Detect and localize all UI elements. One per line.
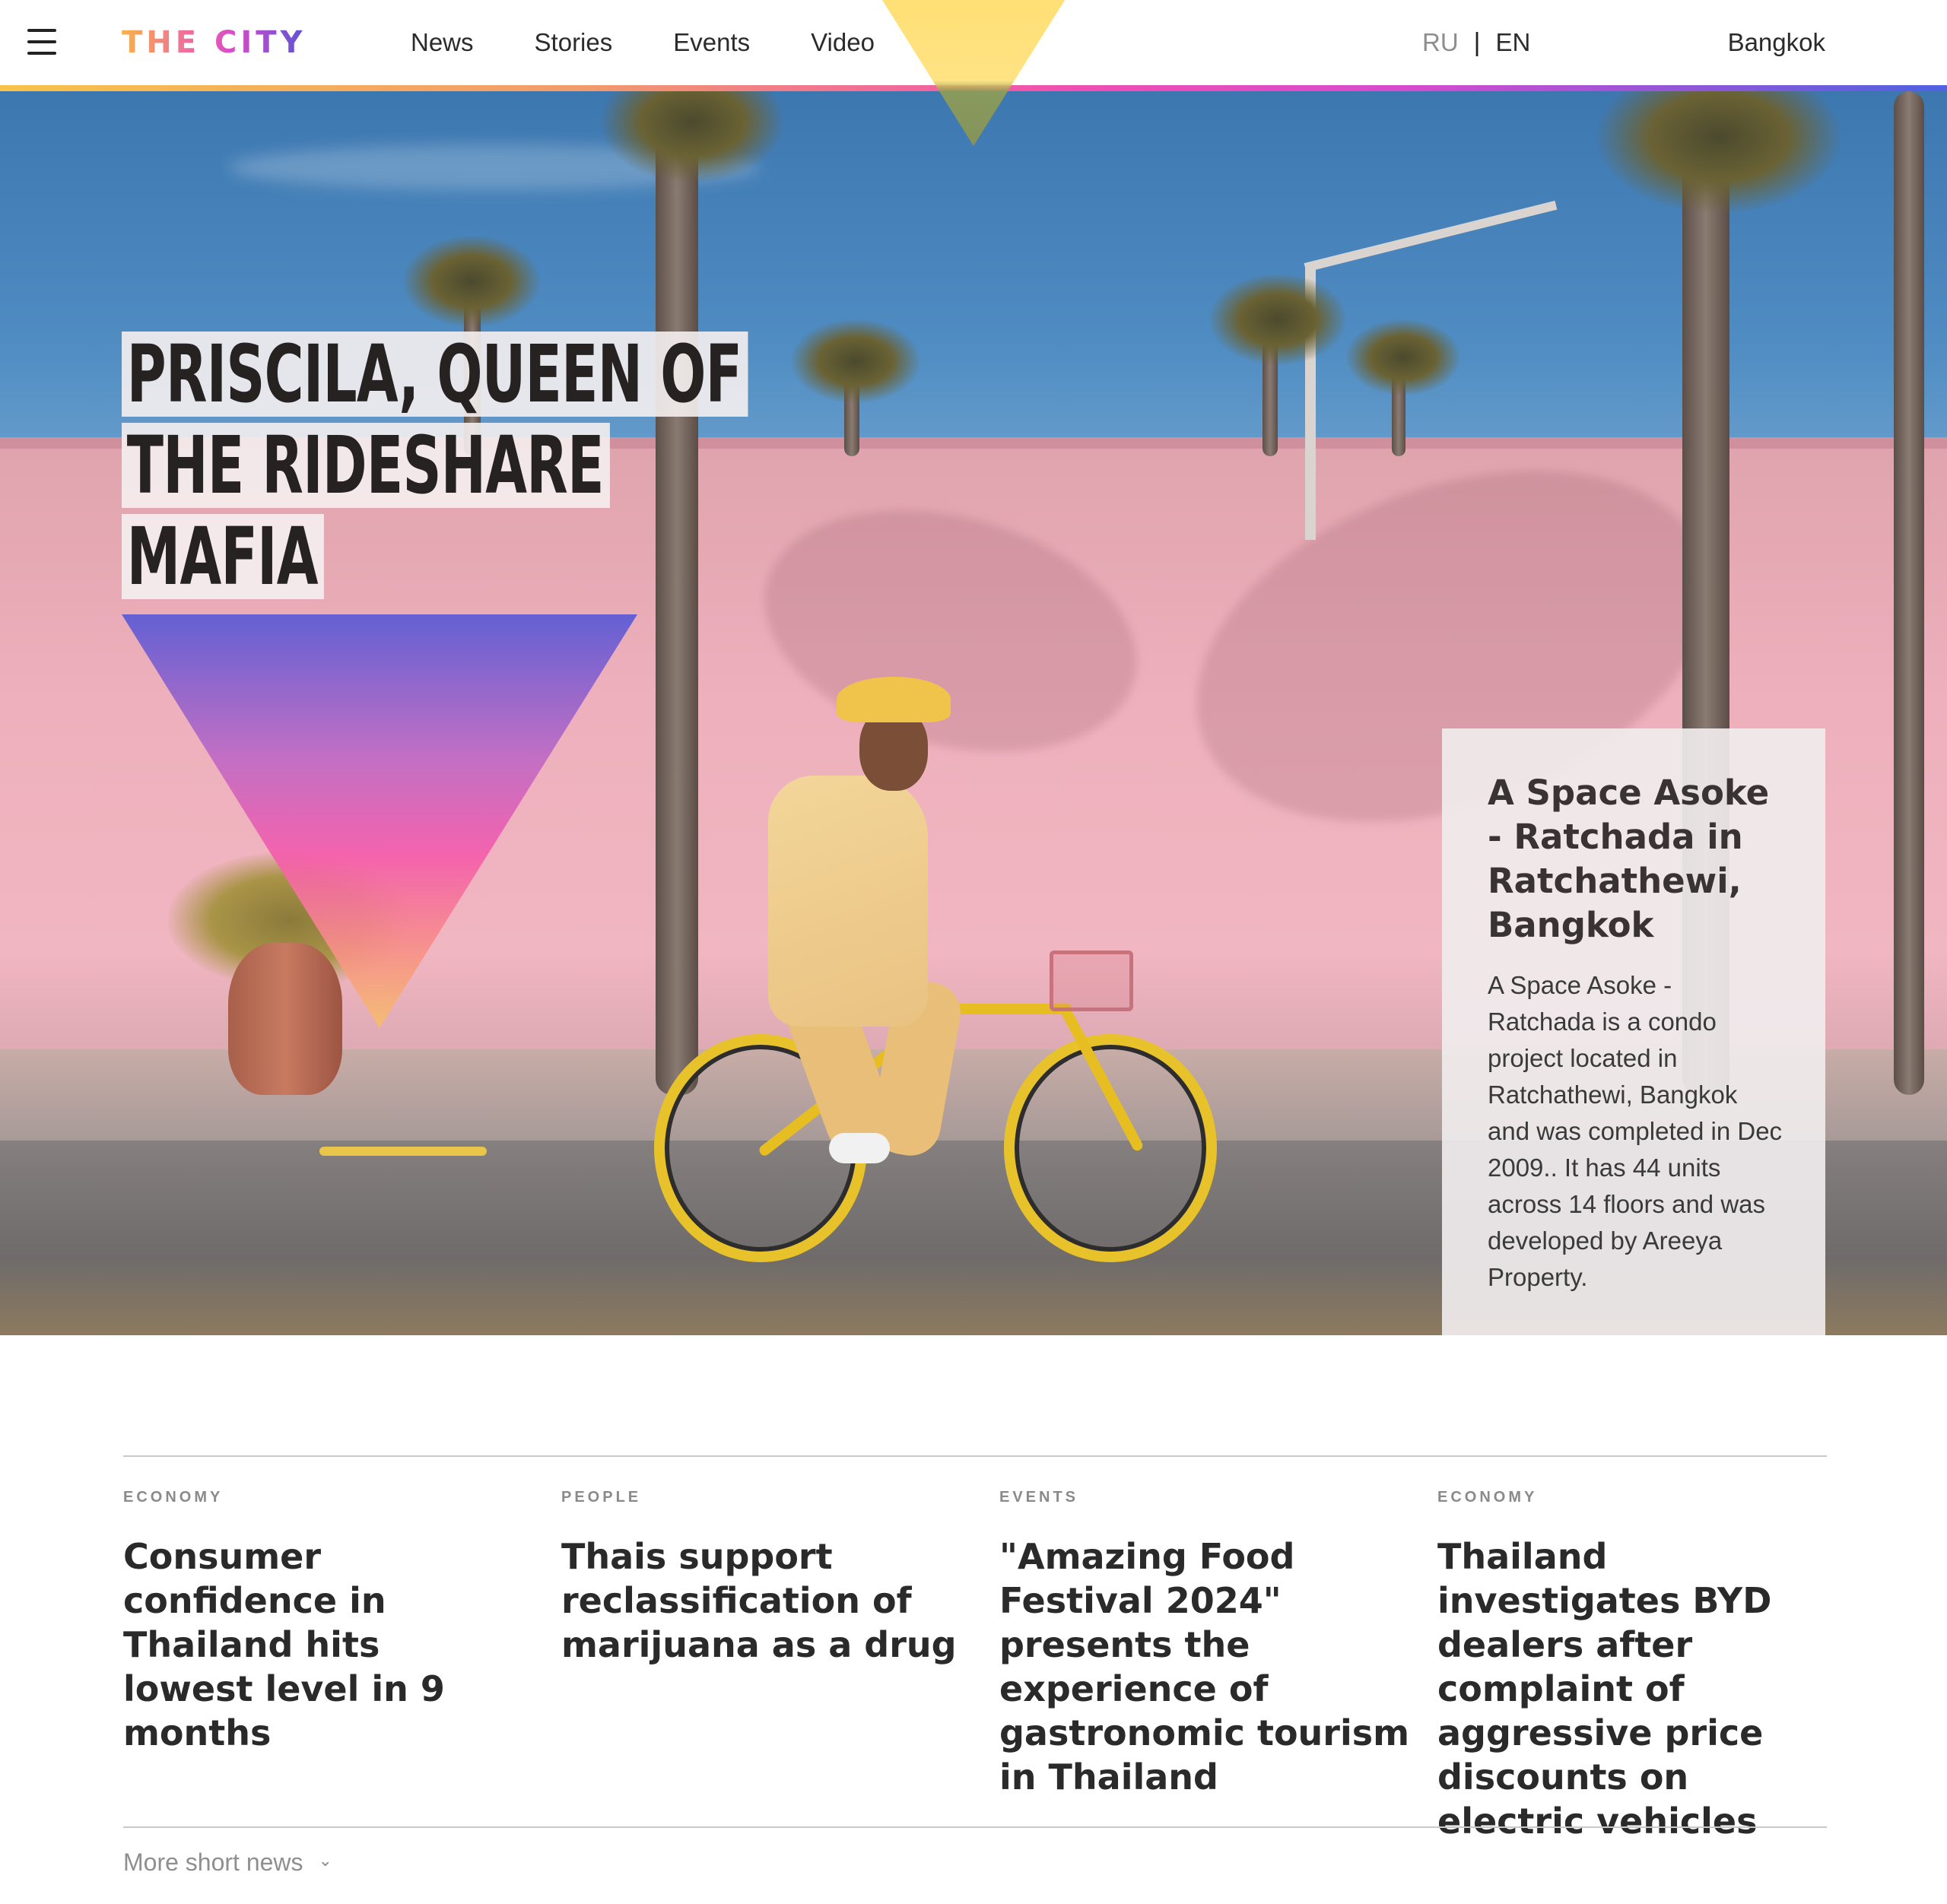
road-marking xyxy=(319,1147,487,1156)
rider-coat xyxy=(768,776,928,1027)
divider xyxy=(123,1455,1827,1457)
palm-trunk xyxy=(1894,91,1924,1095)
news-item[interactable]: ECONOMY Thailand investigates BYD dealer… xyxy=(1437,1486,1833,1843)
site-logo[interactable]: THE CITY xyxy=(122,23,307,62)
news-title[interactable]: Thais support reclassification of mariju… xyxy=(561,1534,957,1667)
palm-fronds xyxy=(1597,91,1841,213)
featured-card[interactable]: A Space Asoke - Ratchada in Ratchathewi,… xyxy=(1442,728,1825,1335)
language-switcher: RU | EN xyxy=(1422,23,1530,62)
lang-en-link[interactable]: EN xyxy=(1496,23,1531,62)
featured-card-title: A Space Asoke - Ratchada in Ratchathewi,… xyxy=(1488,773,1770,945)
news-item[interactable]: PEOPLE Thais support reclassification of… xyxy=(561,1486,957,1667)
more-short-news-label: More short news xyxy=(123,1848,303,1876)
nav-item-stories[interactable]: Stories xyxy=(535,23,613,62)
headline-line: PRISCILA, QUEEN OF xyxy=(122,332,748,417)
cyclist-illustration xyxy=(654,624,1263,1335)
street-lamp-arm xyxy=(1304,200,1558,272)
bike-front-wheel xyxy=(1004,1034,1217,1262)
featured-card-text: A Space Asoke - Ratchada is a condo proj… xyxy=(1488,971,1783,1291)
news-item[interactable]: EVENTS "Amazing Food Festival 2024" pres… xyxy=(999,1486,1410,1799)
hero-headline[interactable]: PRISCILA, QUEEN OF THE RIDESHARE MAFIA xyxy=(122,332,1043,605)
news-category: ECONOMY xyxy=(1437,1489,1538,1506)
lang-separator: | xyxy=(1473,28,1481,57)
city-selector[interactable]: Bangkok xyxy=(1728,23,1825,62)
bike-basket xyxy=(1050,950,1133,1011)
lang-ru-link[interactable]: RU xyxy=(1422,23,1459,62)
news-title[interactable]: Consumer confidence in Thailand hits low… xyxy=(123,1534,519,1755)
hamburger-menu-icon[interactable] xyxy=(27,29,58,56)
headline-line: MAFIA xyxy=(122,514,325,599)
nav-item-events[interactable]: Events xyxy=(673,23,750,62)
more-short-news-button[interactable]: More short news ⌄ xyxy=(123,1846,332,1878)
palm-fronds xyxy=(1209,274,1346,365)
nav-item-news[interactable]: News xyxy=(411,23,474,62)
chevron-down-icon: ⌄ xyxy=(318,1851,332,1870)
nav-item-video[interactable]: Video xyxy=(811,23,875,62)
news-category: ECONOMY xyxy=(123,1489,224,1506)
news-category: EVENTS xyxy=(999,1489,1079,1506)
divider xyxy=(123,1826,1827,1828)
news-title[interactable]: "Amazing Food Festival 2024" presents th… xyxy=(999,1534,1410,1799)
rider-shoe xyxy=(829,1133,890,1163)
palm-fronds xyxy=(1346,319,1460,395)
news-category: PEOPLE xyxy=(561,1489,642,1506)
main-nav: News Stories Events Video xyxy=(411,23,935,62)
news-title[interactable]: Thailand investigates BYD dealers after … xyxy=(1437,1534,1833,1843)
palm-fronds xyxy=(403,236,540,327)
plant-pot xyxy=(228,943,342,1095)
headline-line: THE RIDESHARE xyxy=(122,423,610,508)
news-item[interactable]: ECONOMY Consumer confidence in Thailand … xyxy=(123,1486,519,1755)
rider-hat xyxy=(837,677,951,722)
